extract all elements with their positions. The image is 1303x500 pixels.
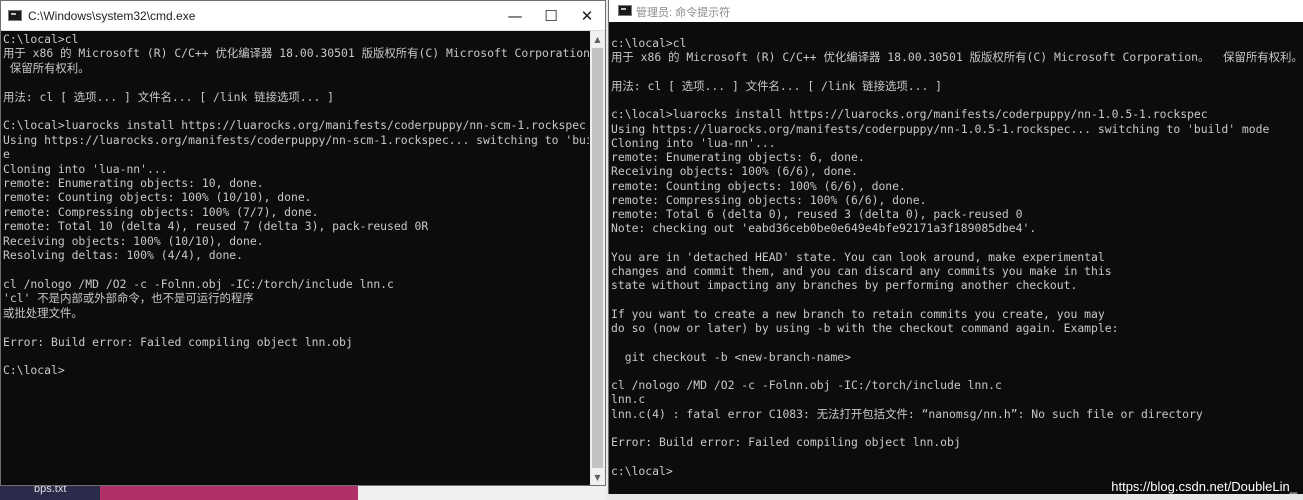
console-line: Receiving objects: 100% (6/6), done. [611, 164, 858, 179]
console-line: Using https://luarocks.org/manifests/cod… [3, 132, 589, 147]
console-line: Receiving objects: 100% (10/10), done. [3, 233, 264, 248]
console-line: changes and commit them, and you can dis… [611, 264, 1112, 278]
console-line: 或批处理文件。 [3, 305, 83, 320]
scroll-up-arrow-icon[interactable]: ▲ [590, 31, 605, 47]
console-line: 'cl' 不是内部或外部命令，也不是可运行的程序 [3, 291, 254, 306]
window-title-2: 管理员: 命令提示符 [636, 7, 731, 19]
console-output-2[interactable]: c:\local>cl 用于 x86 的 Microsoft (R) C/C++ … [611, 36, 1299, 492]
maximize-icon: ☐ [544, 6, 558, 25]
console-line: remote: Total 10 (delta 4), reused 7 (de… [3, 219, 429, 234]
console-output-1[interactable]: C:\local>cl 用于 x86 的 Microsoft (R) C/C++ … [3, 32, 589, 484]
console-line: 用法: cl [ 选项... ] 文件名... [ /link 链接选项... … [3, 89, 335, 104]
console-line: c:\local>luarocks install https://luaroc… [611, 107, 1208, 122]
console-line: cl /nologo /MD /O2 -c -Folnn.obj -IC:/to… [611, 378, 1002, 392]
scroll-down-arrow-icon[interactable]: ▼ [590, 469, 605, 485]
console-line: remote: Total 6 (delta 0), reused 3 (del… [611, 207, 1023, 221]
console-line: remote: Enumerating objects: 10, done. [3, 176, 264, 191]
titlebar-2[interactable]: 管理员: 命令提示符 [609, 0, 1303, 22]
window-title-1: C:\Windows\system32\cmd.exe [28, 9, 196, 23]
minimize-button[interactable]: — [497, 1, 533, 30]
vertical-scrollbar[interactable]: ▲ ▼ [590, 31, 605, 485]
console-line: C:\local>cl [3, 32, 79, 46]
titlebar-1[interactable]: C:\Windows\system32\cmd.exe — ☐ ✕ [1, 1, 605, 31]
console-line: c:\local>cl [611, 36, 687, 50]
console-line: If you want to create a new branch to re… [611, 306, 1105, 321]
console-line: git checkout -b <new-branch-name> [611, 349, 852, 364]
console-line: do so (now or later) by using -b with th… [611, 321, 1119, 335]
console-line: C:\local> [3, 363, 65, 378]
console-line: Cloning into 'lua-nn'... [3, 161, 168, 176]
close-button[interactable]: ✕ [569, 1, 605, 30]
console-line: Resolving deltas: 100% (4/4), done. [3, 248, 244, 263]
scrollbar-thumb[interactable] [592, 48, 603, 468]
console-line: lnn.c [611, 392, 646, 407]
console-line: You are in 'detached HEAD' state. You ca… [611, 249, 1105, 264]
console-line: lnn.c(4) : fatal error C1083: 无法打开包括文件: … [611, 406, 1203, 421]
console-line: remote: Compressing objects: 100% (7/7),… [3, 204, 319, 219]
console-app-icon[interactable] [618, 5, 632, 16]
cmd-window-1[interactable]: C:\Windows\system32\cmd.exe — ☐ ✕ C:\loc… [0, 0, 606, 486]
console-line: state without impacting any branches by … [611, 278, 1078, 293]
console-line: 用于 x86 的 Microsoft (R) C/C++ 优化编译器 18.00… [611, 50, 1299, 65]
cmd-window-2[interactable]: 管理员: 命令提示符 c:\local>cl 用于 x86 的 Microsoft… [608, 0, 1303, 494]
console-line: cl /nologo /MD /O2 -c -Folnn.obj -IC:/to… [3, 276, 394, 291]
console-line: Error: Build error: Failed compiling obj… [611, 435, 961, 449]
console-line: 用法: cl [ 选项... ] 文件名... [ /link 链接选项... … [611, 78, 943, 93]
maximize-button[interactable]: ☐ [533, 1, 569, 30]
console-line: Using https://luarocks.org/manifests/cod… [611, 121, 1270, 136]
console-line: e [3, 147, 10, 162]
console-line: Cloning into 'lua-nn'... [611, 135, 776, 150]
console-app-icon[interactable] [8, 10, 22, 21]
close-icon: ✕ [580, 6, 594, 25]
console-line: Error: Build error: Failed compiling obj… [3, 334, 353, 349]
console-line: c:\local> [611, 463, 673, 478]
console-line: remote: Counting objects: 100% (6/6), do… [611, 178, 906, 193]
console-line: remote: Compressing objects: 100% (6/6),… [611, 192, 927, 207]
console-line: 保留所有权利。 [3, 60, 90, 75]
watermark-text: https://blog.csdn.net/DoubleLin_ [1111, 479, 1297, 494]
console-line: 用于 x86 的 Microsoft (R) C/C++ 优化编译器 18.00… [3, 46, 589, 61]
console-line: Note: checking out 'eabd36ceb0be0e649e4b… [611, 221, 1037, 236]
console-line: C:\local>luarocks install https://luaroc… [3, 118, 586, 133]
console-line: remote: Enumerating objects: 6, done. [611, 150, 865, 164]
console-line: remote: Counting objects: 100% (10/10), … [3, 190, 312, 205]
minimize-icon: — [507, 6, 523, 25]
